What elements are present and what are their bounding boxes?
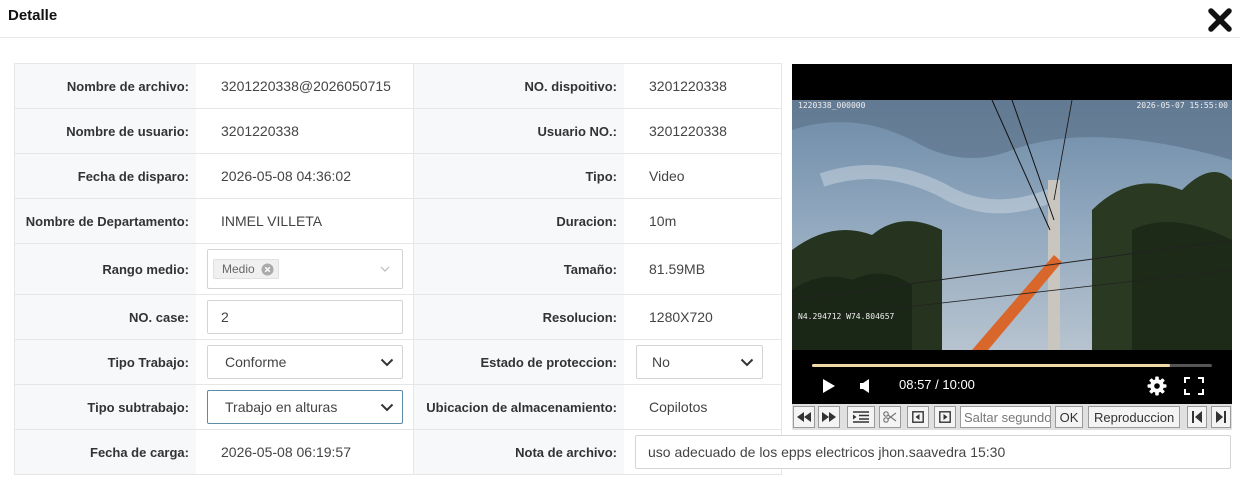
chevron-down-icon bbox=[740, 358, 754, 367]
settings-button[interactable] bbox=[1147, 376, 1167, 401]
chevron-down-icon bbox=[380, 266, 390, 272]
fast-forward-icon bbox=[822, 412, 836, 422]
work-type-value: Conforme bbox=[225, 354, 287, 370]
user-no-value: 3201220338 bbox=[649, 123, 727, 139]
table-row: Fecha de disparo: 2026-05-08 04:36:02 Ti… bbox=[15, 154, 781, 199]
table-row: Nombre de archivo: 3201220338@2026050715… bbox=[15, 64, 781, 109]
work-type-label: Tipo Trabajo: bbox=[15, 340, 196, 384]
storage-location-value: Copilotos bbox=[649, 399, 708, 415]
skip-end-icon bbox=[1216, 411, 1226, 423]
close-button[interactable] bbox=[1206, 6, 1234, 34]
table-row: Tipo Trabajo: Conforme Estado de protecc… bbox=[15, 340, 781, 385]
remove-tag-icon[interactable] bbox=[261, 263, 274, 276]
case-no-label: NO. case: bbox=[15, 295, 196, 339]
detail-table: Nombre de archivo: 3201220338@2026050715… bbox=[14, 63, 782, 475]
case-no-input[interactable]: 2 bbox=[207, 300, 403, 334]
progress-bar[interactable] bbox=[812, 364, 1212, 367]
department-value: INMEL VILLETA bbox=[196, 199, 414, 243]
rewind-icon bbox=[797, 412, 811, 422]
prev-frame-button[interactable] bbox=[907, 406, 929, 428]
fullscreen-icon bbox=[1184, 377, 1204, 395]
osd-coordinates: N4.294712 W74.804657 bbox=[798, 312, 895, 321]
player-toolbar: Saltar segundo OK Reproduccion bbox=[792, 404, 1232, 430]
play-icon bbox=[823, 379, 835, 393]
clip-button[interactable] bbox=[879, 406, 901, 428]
duration-label: Duracion: bbox=[414, 199, 624, 243]
protection-cell: No bbox=[624, 340, 781, 384]
list-button[interactable] bbox=[847, 406, 875, 428]
next-frame-button[interactable] bbox=[934, 406, 956, 428]
type-value: Video bbox=[649, 168, 685, 184]
user-name-value: 3201220338 bbox=[196, 109, 414, 153]
play-button[interactable] bbox=[822, 378, 836, 399]
fullscreen-button[interactable] bbox=[1184, 377, 1204, 400]
upload-date-value: 2026-05-08 06:19:57 bbox=[196, 430, 414, 474]
seek-seconds-input[interactable]: Saltar segundo bbox=[960, 406, 1051, 428]
volume-button[interactable] bbox=[859, 378, 871, 399]
case-no-cell: 2 bbox=[196, 295, 414, 339]
protection-label: Estado de proteccion: bbox=[414, 340, 624, 384]
range-cell: Medio bbox=[196, 244, 414, 294]
storage-location-label: Ubicacion de almacenamiento: bbox=[414, 385, 624, 429]
first-frame-button[interactable] bbox=[1187, 406, 1207, 428]
subwork-type-cell: Trabajo en alturas bbox=[196, 385, 414, 429]
range-tag: Medio bbox=[213, 259, 279, 279]
range-select[interactable]: Medio bbox=[207, 249, 403, 289]
duration-value: 10m bbox=[649, 213, 677, 229]
progress-fill bbox=[812, 364, 1170, 367]
osd-timestamp: 2026-05-07 15:55:00 bbox=[1136, 101, 1228, 110]
subwork-type-value: Trabajo en alturas bbox=[225, 399, 338, 415]
dialog-title: Detalle bbox=[8, 7, 58, 24]
user-name-label: Nombre de usuario: bbox=[15, 109, 196, 153]
upload-date-label: Fecha de carga: bbox=[15, 430, 196, 474]
dialog-header: Detalle bbox=[0, 0, 1240, 38]
device-no-label: NO. dispoitivo: bbox=[414, 64, 624, 108]
device-no-value: 3201220338 bbox=[649, 78, 727, 94]
table-row: Nombre de Departamento: INMEL VILLETA Du… bbox=[15, 199, 781, 244]
fast-forward-button[interactable] bbox=[818, 406, 840, 428]
trigger-date-value: 2026-05-08 04:36:02 bbox=[196, 154, 414, 198]
range-tag-label: Medio bbox=[222, 262, 255, 276]
trigger-date-label: Fecha de disparo: bbox=[15, 154, 196, 198]
file-note-input[interactable]: uso adecuado de los epps electricos jhon… bbox=[635, 435, 1231, 469]
user-no-label: Usuario NO.: bbox=[414, 109, 624, 153]
table-row: Nombre de usuario: 3201220338 Usuario NO… bbox=[15, 109, 781, 154]
size-value: 81.59MB bbox=[649, 261, 706, 277]
file-note-label: Nota de archivo: bbox=[414, 430, 624, 474]
gear-icon bbox=[1147, 376, 1167, 396]
range-label: Rango medio: bbox=[15, 244, 196, 294]
chevron-down-icon bbox=[380, 403, 394, 412]
skip-start-icon bbox=[1192, 411, 1202, 423]
osd-device-id: 1220338_000000 bbox=[798, 101, 866, 110]
subwork-type-select[interactable]: Trabajo en alturas bbox=[207, 390, 403, 424]
close-icon bbox=[1208, 8, 1232, 32]
subwork-type-label: Tipo subtrabajo: bbox=[15, 385, 196, 429]
protection-select[interactable]: No bbox=[636, 345, 763, 379]
size-label: Tamaño: bbox=[414, 244, 624, 294]
video-player[interactable]: 1220338_000000 2026-05-07 15:55:00 N4.29… bbox=[792, 64, 1232, 404]
table-row: Rango medio: Medio Tamaño: 81.59MB bbox=[15, 244, 781, 295]
file-name-value: 3201220338@2026050715 bbox=[196, 64, 414, 108]
department-label: Nombre de Departamento: bbox=[15, 199, 196, 243]
ok-button[interactable]: OK bbox=[1055, 406, 1083, 428]
table-row: Tipo subtrabajo: Trabajo en alturas Ubic… bbox=[15, 385, 781, 430]
frame-back-icon bbox=[912, 411, 924, 423]
playback-button[interactable]: Reproduccion bbox=[1088, 406, 1180, 428]
list-indent-icon bbox=[853, 411, 869, 423]
time-display: 08:57 / 10:00 bbox=[899, 377, 975, 392]
work-type-cell: Conforme bbox=[196, 340, 414, 384]
resolution-value: 1280X720 bbox=[649, 309, 713, 325]
file-name-label: Nombre de archivo: bbox=[15, 64, 196, 108]
scissors-icon bbox=[883, 411, 897, 423]
protection-value: No bbox=[652, 354, 670, 370]
frame-forward-icon bbox=[939, 411, 951, 423]
rewind-button[interactable] bbox=[793, 406, 815, 428]
table-row: NO. case: 2 Resolucion: 1280X720 bbox=[15, 295, 781, 340]
volume-icon bbox=[860, 379, 869, 393]
chevron-down-icon bbox=[380, 358, 394, 367]
last-frame-button[interactable] bbox=[1211, 406, 1231, 428]
type-label: Tipo: bbox=[414, 154, 624, 198]
resolution-label: Resolucion: bbox=[414, 295, 624, 339]
work-type-select[interactable]: Conforme bbox=[207, 345, 403, 379]
